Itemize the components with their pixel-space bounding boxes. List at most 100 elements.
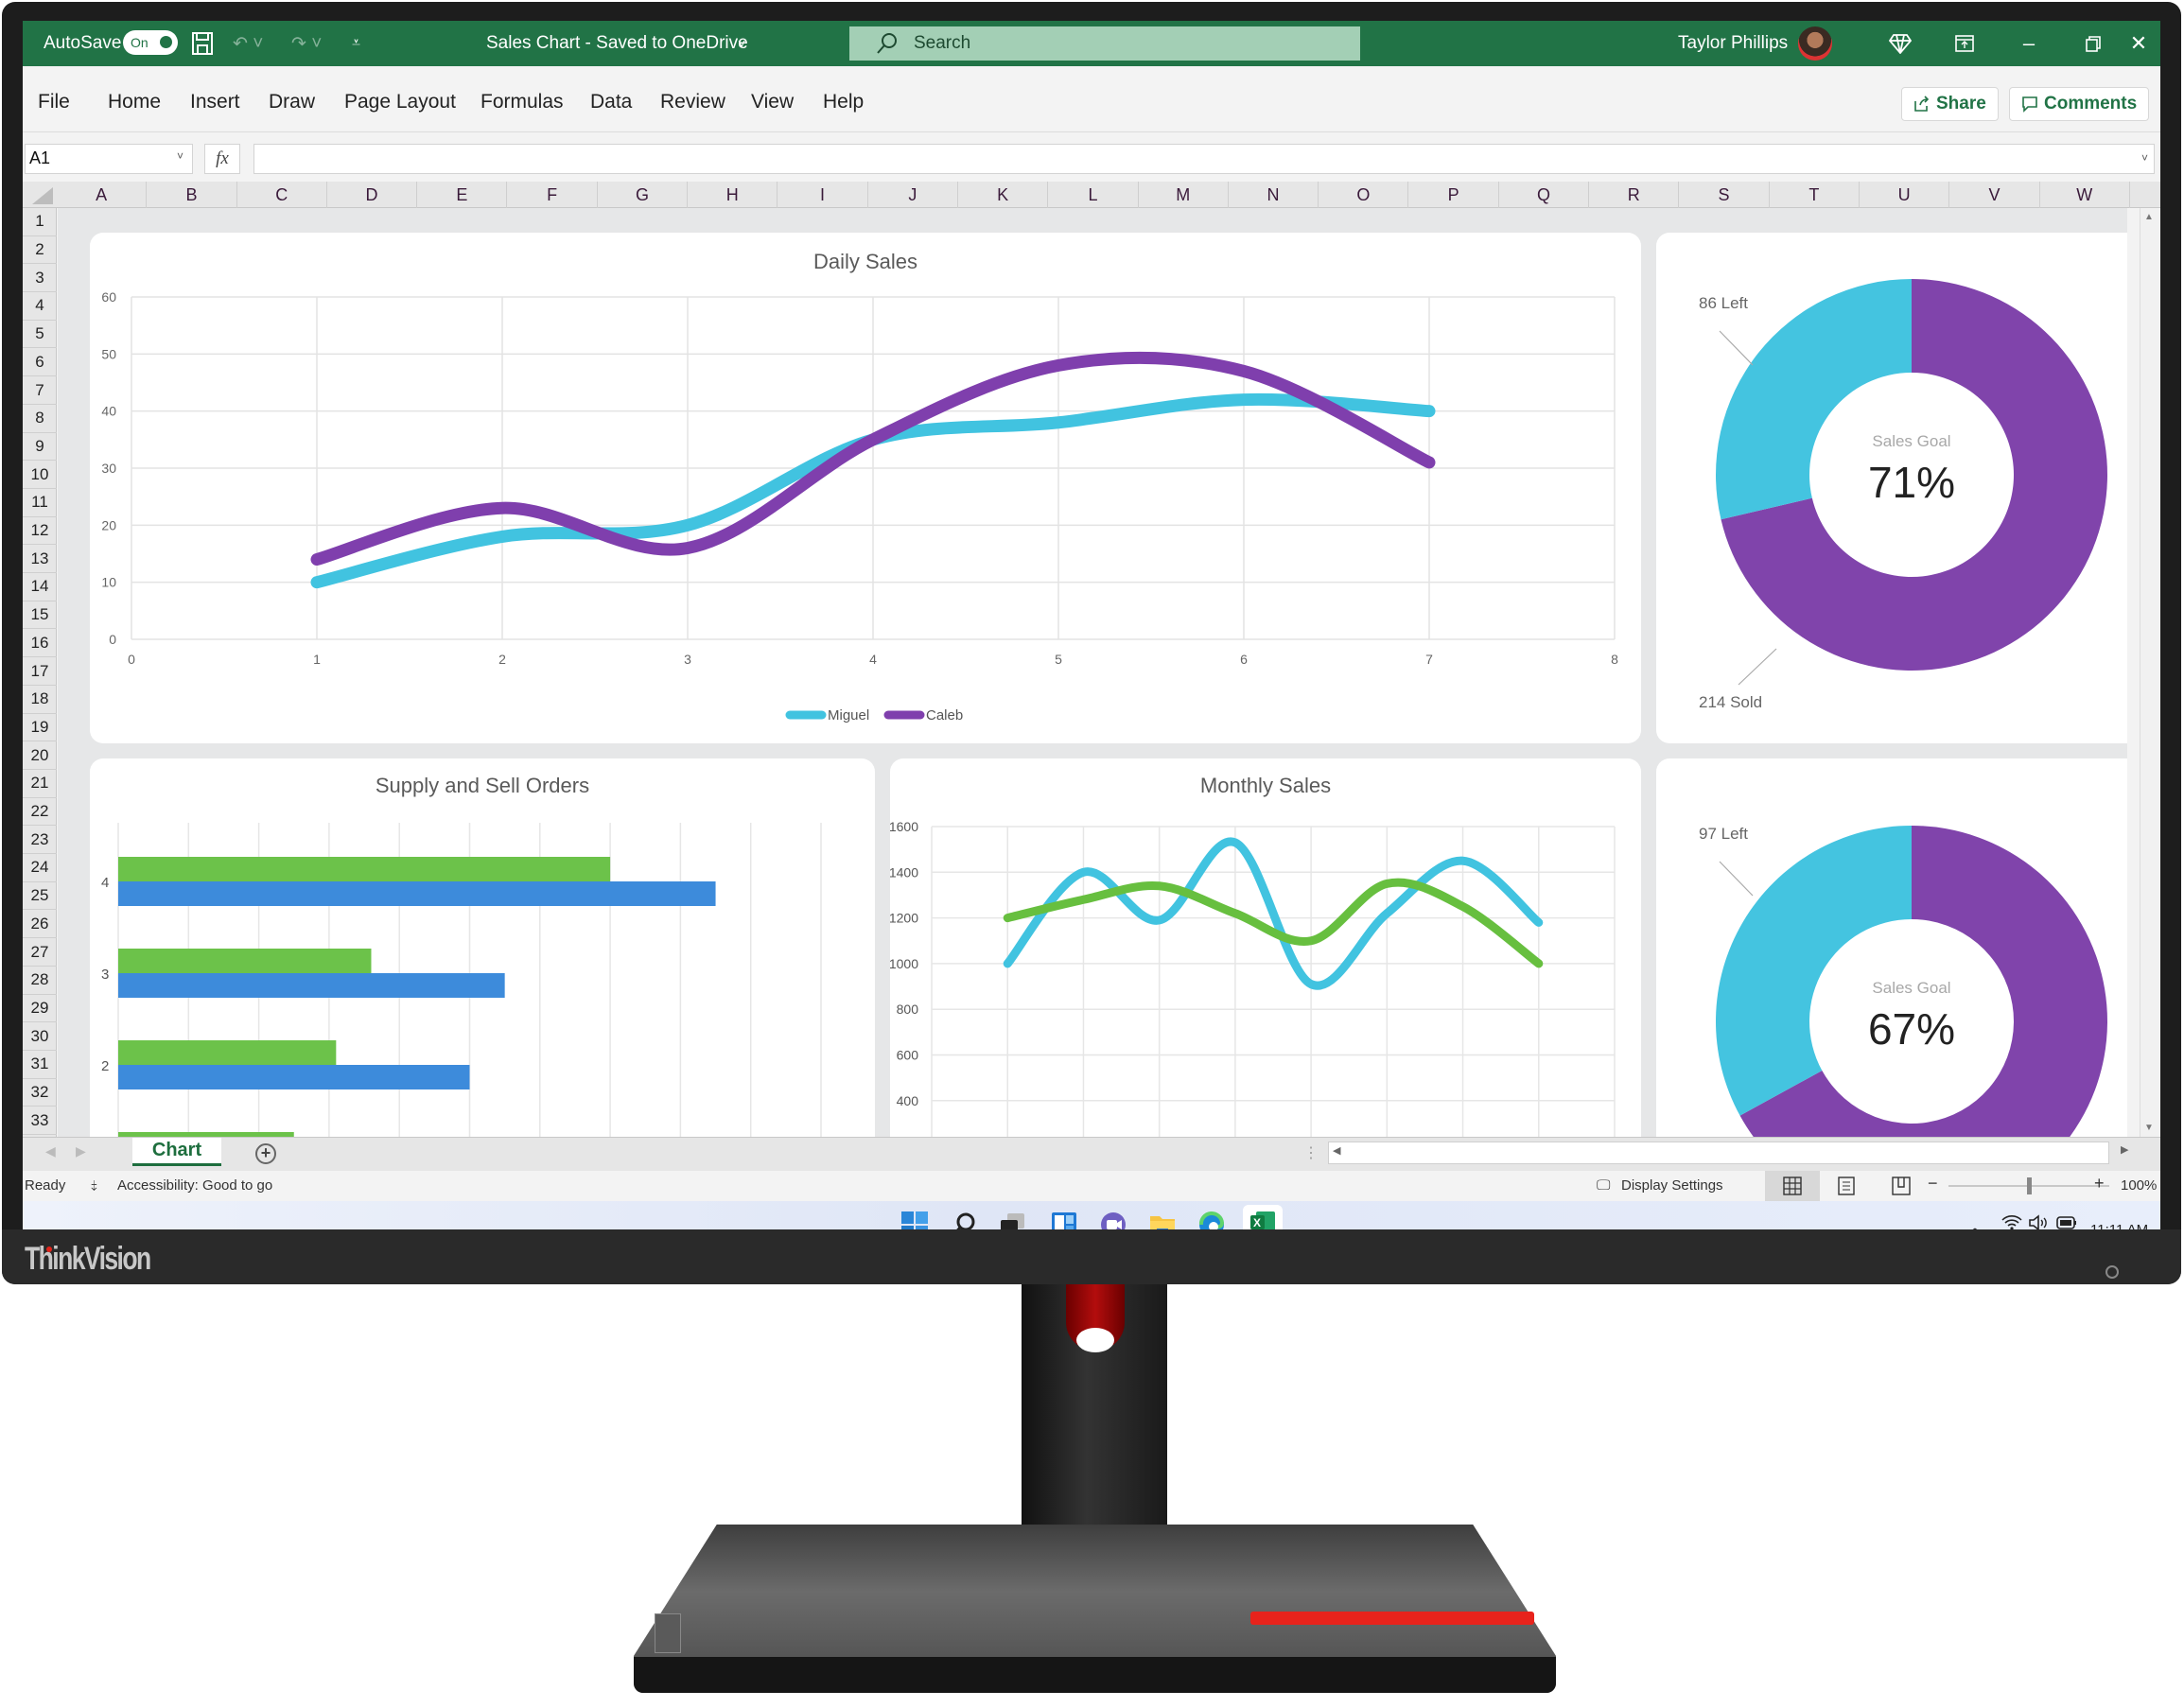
row-header[interactable]: 14	[23, 573, 57, 601]
chart-sales-goal-2[interactable]: Sales Goal 67% 97 Left	[1656, 758, 2127, 1137]
chart-daily-sales[interactable]: Daily Sales 0 10 20 30 40 50 60 0 1 2 3 4 5 6 7 8 Miguel…	[90, 233, 1641, 743]
power-button-icon[interactable]	[2105, 1265, 2119, 1279]
name-box-chevron-down-icon[interactable]: ˅	[177, 149, 183, 163]
autosave-toggle[interactable]: On	[123, 30, 178, 55]
restore-button[interactable]	[2071, 21, 2115, 66]
column-header[interactable]: M	[1139, 182, 1229, 208]
row-header[interactable]: 24	[23, 854, 57, 882]
row-header[interactable]: 22	[23, 798, 57, 827]
search-box[interactable]: Search	[849, 26, 1360, 61]
column-header[interactable]: S	[1679, 182, 1770, 208]
column-header[interactable]: B	[147, 182, 237, 208]
file-explorer-icon[interactable]	[1148, 1211, 1179, 1229]
diamond-premium-icon[interactable]	[1878, 21, 1922, 66]
customize-toolbar-icon[interactable]: ⩡	[352, 21, 360, 66]
row-header[interactable]: 5	[23, 321, 57, 349]
page-layout-view-button[interactable]	[1837, 1176, 1856, 1199]
column-header[interactable]: O	[1319, 182, 1409, 208]
column-header[interactable]: N	[1229, 182, 1319, 208]
row-header[interactable]: 33	[23, 1107, 57, 1136]
column-header[interactable]: C	[237, 182, 327, 208]
zoom-in-button[interactable]: +	[2094, 1174, 2105, 1194]
row-header[interactable]: 27	[23, 938, 57, 967]
chart-supply-sell-orders[interactable]: Supply and Sell Orders 1234	[90, 758, 875, 1137]
column-header[interactable]: U	[1860, 182, 1950, 208]
row-header[interactable]: 29	[23, 995, 57, 1023]
tab-help[interactable]: Help	[823, 91, 864, 113]
battery-icon[interactable]	[2056, 1216, 2077, 1229]
worksheet[interactable]: Daily Sales 0 10 20 30 40 50 60 0 1 2 3 4 5 6 7 8 Miguel…	[58, 208, 2127, 1137]
tab-formulas[interactable]: Formulas	[480, 91, 564, 113]
formula-input[interactable]	[253, 144, 2155, 174]
scroll-right-icon[interactable]: ▶	[2121, 1143, 2128, 1156]
normal-view-button[interactable]	[1765, 1171, 1820, 1201]
undo-icon[interactable]: ↶ ˅	[233, 21, 263, 66]
column-header[interactable]: A	[57, 182, 148, 208]
row-header[interactable]: 26	[23, 911, 57, 939]
scroll-up-icon[interactable]: ▲	[2144, 212, 2154, 222]
tab-home[interactable]: Home	[108, 91, 161, 113]
chart-sales-goal-1[interactable]: Sales Goal 71% 86 Left 214 Sold	[1656, 233, 2127, 743]
row-header[interactable]: 3	[23, 264, 57, 293]
row-header[interactable]: 15	[23, 601, 57, 630]
zoom-out-button[interactable]: −	[1928, 1174, 1938, 1194]
row-header[interactable]: 4	[23, 292, 57, 321]
tab-file[interactable]: File	[38, 91, 70, 113]
column-header[interactable]: H	[688, 182, 778, 208]
zoom-level[interactable]: 100%	[2121, 1177, 2157, 1194]
row-header[interactable]: 2	[23, 236, 57, 265]
row-header[interactable]: 16	[23, 630, 57, 658]
page-break-view-button[interactable]	[1892, 1176, 1911, 1199]
tab-review[interactable]: Review	[660, 91, 725, 113]
row-header[interactable]: 10	[23, 461, 57, 489]
avatar[interactable]	[1798, 26, 1832, 61]
row-header[interactable]: 20	[23, 741, 57, 770]
column-header[interactable]: V	[1949, 182, 2040, 208]
row-header[interactable]: 18	[23, 686, 57, 714]
task-view-icon[interactable]	[999, 1211, 1029, 1229]
select-all-button[interactable]	[23, 182, 57, 208]
name-box[interactable]: A1	[25, 144, 193, 174]
sheet-tab-chart[interactable]: Chart	[132, 1138, 221, 1166]
column-header[interactable]: P	[1409, 182, 1499, 208]
column-header[interactable]: W	[2040, 182, 2130, 208]
teams-chat-icon[interactable]	[1099, 1211, 1129, 1229]
row-header[interactable]: 8	[23, 405, 57, 433]
row-header[interactable]: 7	[23, 376, 57, 405]
redo-icon[interactable]: ↷ ˅	[291, 21, 322, 66]
ribbon-display-options-icon[interactable]	[1943, 21, 1986, 66]
expand-formula-bar-icon[interactable]: ˅	[2141, 151, 2148, 165]
column-header[interactable]: J	[868, 182, 958, 208]
prev-sheet-icon[interactable]: ◀	[45, 1143, 56, 1159]
widgets-icon[interactable]	[1050, 1211, 1080, 1229]
scroll-down-icon[interactable]: ▼	[2144, 1123, 2154, 1133]
row-header[interactable]: 25	[23, 882, 57, 911]
user-name[interactable]: Taylor Phillips	[1678, 21, 1788, 66]
tab-draw[interactable]: Draw	[269, 91, 315, 113]
row-header[interactable]: 32	[23, 1079, 57, 1107]
save-icon[interactable]	[191, 21, 214, 66]
tab-view[interactable]: View	[751, 91, 794, 113]
volume-icon[interactable]	[2028, 1214, 2049, 1229]
search-taskbar-icon[interactable]	[950, 1211, 980, 1229]
row-header[interactable]: 6	[23, 349, 57, 377]
column-header[interactable]: L	[1048, 182, 1139, 208]
column-header[interactable]: G	[598, 182, 689, 208]
column-header[interactable]: D	[327, 182, 418, 208]
row-header[interactable]: 31	[23, 1051, 57, 1079]
row-header[interactable]: 11	[23, 489, 57, 517]
column-header[interactable]: Q	[1499, 182, 1590, 208]
next-sheet-icon[interactable]: ▶	[76, 1143, 86, 1159]
accessibility-icon[interactable]: ⤈	[91, 1177, 97, 1194]
row-header[interactable]: 23	[23, 826, 57, 855]
scroll-left-icon[interactable]: ◀	[1333, 1144, 1340, 1157]
row-header[interactable]: 17	[23, 657, 57, 686]
column-header[interactable]: F	[508, 182, 598, 208]
chart-monthly-sales[interactable]: Monthly Sales 400 600 800 1000 1200 1400 1600	[890, 758, 1641, 1137]
tab-split-handle[interactable]: ⋮	[1303, 1143, 1319, 1162]
display-settings-icon[interactable]: 🖵	[1597, 1177, 1610, 1194]
row-header[interactable]: 19	[23, 714, 57, 742]
zoom-slider-thumb[interactable]	[2027, 1177, 2032, 1194]
share-button[interactable]: Share	[1901, 87, 1999, 121]
horizontal-scrollbar[interactable]: ◀	[1328, 1142, 2109, 1164]
